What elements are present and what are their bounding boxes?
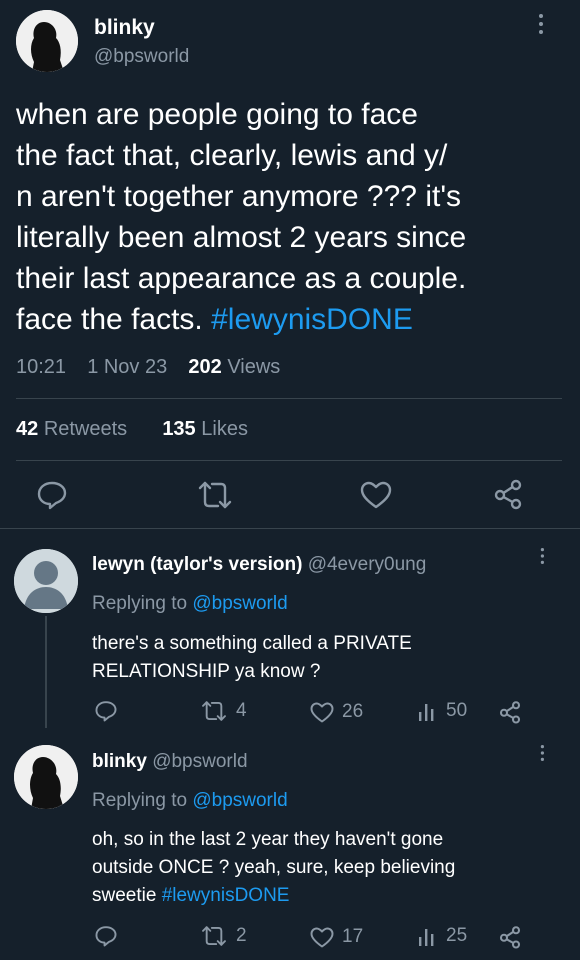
- reply-text-line: there's a something called a PRIVATE: [92, 633, 412, 654]
- reply-handle[interactable]: @4every0ung: [308, 554, 427, 575]
- reply-text: oh, so in the last 2 year they haven't g…: [92, 826, 455, 910]
- like-button[interactable]: 26: [310, 701, 363, 723]
- views-button[interactable]: 25: [418, 925, 467, 947]
- views-label: Views: [227, 356, 281, 378]
- tweet-text-line: their last appearance as a couple.: [16, 262, 467, 295]
- share-button[interactable]: [498, 700, 522, 724]
- avatar-image: [16, 10, 78, 72]
- avatar[interactable]: [16, 10, 78, 72]
- hashtag-link[interactable]: #lewynisDONE: [162, 885, 290, 906]
- replying-to: Replying to @bpsworld: [92, 790, 288, 812]
- replying-to-label: Replying to: [92, 790, 188, 811]
- replying-to: Replying to @bpsworld: [92, 593, 288, 615]
- replying-to-label: Replying to: [92, 593, 188, 614]
- retweet-icon: [202, 701, 226, 721]
- retweet-icon: [202, 926, 226, 946]
- default-avatar-icon: [14, 549, 78, 613]
- reply-text-line: oh, so in the last 2 year they haven't g…: [92, 829, 444, 850]
- reply-handle[interactable]: @bpsworld: [152, 751, 247, 772]
- reply-text-line: outside ONCE ? yeah, sure, keep believin…: [92, 857, 456, 878]
- thread-line: [45, 616, 47, 728]
- like-count: 26: [342, 701, 364, 722]
- author-display-name[interactable]: blinky: [94, 16, 155, 40]
- likes-count: 135: [162, 418, 196, 440]
- retweets-label: Retweets: [43, 418, 128, 440]
- reply-text-fragment: sweetie: [92, 885, 157, 906]
- tweet-text-line: n aren't together anymore ??? it's: [16, 180, 462, 213]
- reply-button[interactable]: [94, 925, 118, 947]
- like-icon[interactable]: [360, 481, 392, 509]
- like-count: 17: [342, 926, 364, 947]
- retweet-count: 4: [236, 700, 247, 721]
- share-icon: [499, 926, 521, 949]
- tweet-text-fragment: face the facts.: [16, 303, 203, 336]
- views-count: 50: [446, 700, 468, 721]
- share-icon[interactable]: [492, 478, 524, 510]
- likes-stat[interactable]: 135 Likes: [162, 418, 248, 440]
- tweet-text-line: face the facts. #lewynisDONE: [16, 299, 572, 340]
- retweets-count: 42: [16, 418, 39, 440]
- avatar-image: [14, 745, 78, 809]
- reply-header: blinky @bpsworld: [92, 751, 248, 773]
- views-button[interactable]: 50: [418, 700, 467, 722]
- like-button[interactable]: 17: [310, 926, 363, 948]
- tweet-meta: 10:21 1 Nov 23 202 Views: [16, 356, 280, 379]
- more-options-icon[interactable]: [538, 14, 544, 38]
- retweet-button[interactable]: 2: [200, 925, 247, 947]
- reply-text-line: RELATIONSHIP ya know ?: [92, 661, 321, 682]
- tweet-date[interactable]: 1 Nov 23: [87, 356, 167, 378]
- reply-header: lewyn (taylor's version) @4every0ung: [92, 554, 426, 576]
- avatar[interactable]: [14, 745, 78, 809]
- reply-icon: [95, 701, 117, 722]
- hashtag-link[interactable]: #lewynisDONE: [211, 303, 413, 336]
- like-icon: [310, 927, 334, 947]
- divider: [16, 460, 562, 461]
- likes-label: Likes: [201, 418, 248, 440]
- replying-to-handle-link[interactable]: @bpsworld: [192, 593, 287, 614]
- reply-icon: [95, 926, 117, 947]
- more-options-icon[interactable]: [540, 745, 545, 764]
- author-handle[interactable]: @bpsworld: [94, 46, 189, 68]
- tweet-text: when are people going to face the fact t…: [16, 94, 572, 340]
- reply-text: there's a something called a PRIVATE REL…: [92, 630, 412, 686]
- share-button[interactable]: [498, 925, 522, 949]
- reply-display-name[interactable]: blinky: [92, 751, 147, 772]
- reply-button[interactable]: [94, 700, 118, 722]
- views-count: 202: [188, 356, 222, 378]
- divider: [16, 398, 562, 399]
- tweet-text-line: literally been almost 2 years since: [16, 221, 467, 254]
- divider: [0, 528, 580, 529]
- avatar[interactable]: [14, 549, 78, 613]
- tweet-time[interactable]: 10:21: [16, 356, 66, 378]
- like-icon: [310, 702, 334, 722]
- replying-to-handle-link[interactable]: @bpsworld: [192, 790, 287, 811]
- retweet-icon[interactable]: [196, 480, 234, 510]
- reply-icon[interactable]: [36, 480, 68, 510]
- views-icon: [419, 704, 434, 721]
- retweet-button[interactable]: 4: [200, 700, 247, 722]
- share-icon: [499, 701, 521, 724]
- tweet-text-line: the fact that, clearly, lewis and y/: [16, 139, 448, 172]
- reply-display-name[interactable]: lewyn (taylor's version): [92, 554, 302, 575]
- more-options-icon[interactable]: [540, 548, 545, 567]
- retweet-count: 2: [236, 925, 247, 946]
- views-count: 25: [446, 925, 468, 946]
- tweet-text-line: when are people going to face: [16, 98, 418, 131]
- engagement-stats: 42 Retweets 135 Likes: [16, 418, 248, 441]
- retweets-stat[interactable]: 42 Retweets: [16, 418, 133, 440]
- views-icon: [419, 929, 434, 946]
- reply-text-line: sweetie #lewynisDONE: [92, 882, 455, 910]
